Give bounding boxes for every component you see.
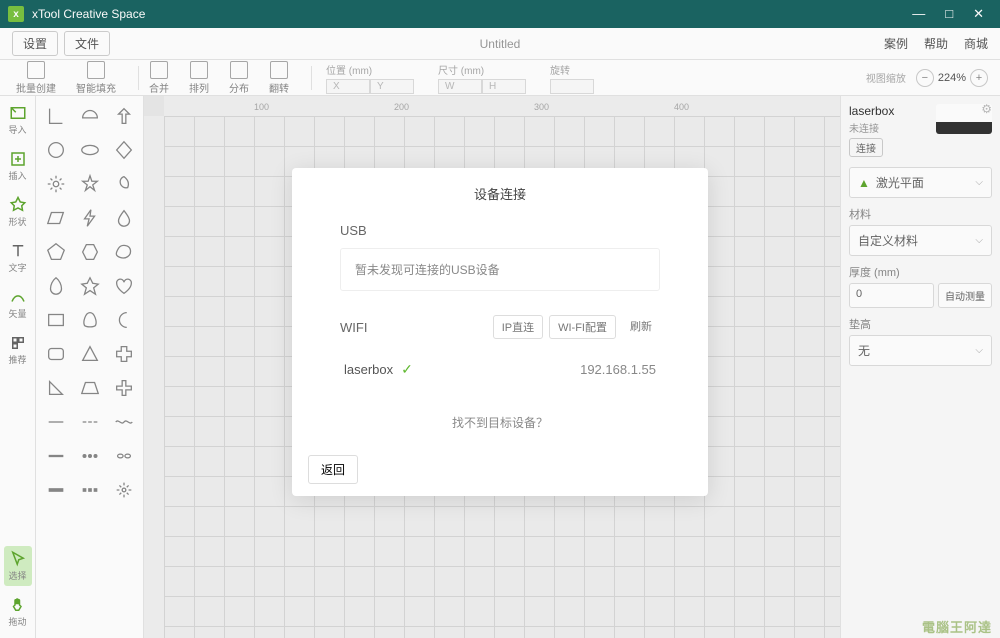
device-connect-modal: 设备连接 USB 暂未发现可连接的USB设备 WIFI IP直连 WI-FI配置… bbox=[292, 168, 708, 496]
usb-empty-message: 暂未发现可连接的USB设备 bbox=[340, 248, 660, 291]
watermark: 電腦王阿達 bbox=[922, 617, 992, 636]
ip-direct-button[interactable]: IP直连 bbox=[493, 315, 543, 339]
refresh-button[interactable]: 刷新 bbox=[622, 315, 660, 339]
usb-section-label: USB bbox=[340, 223, 660, 238]
wifi-section-label: WIFI bbox=[340, 320, 367, 335]
not-found-link[interactable]: 找不到目标设备？ bbox=[340, 414, 660, 431]
wifi-device-row[interactable]: laserbox ✓ 192.168.1.55 bbox=[340, 349, 660, 390]
wifi-config-button[interactable]: WI-FI配置 bbox=[549, 315, 616, 339]
check-icon: ✓ bbox=[401, 361, 413, 378]
wifi-device-name: laserbox bbox=[344, 362, 393, 377]
back-button[interactable]: 返回 bbox=[308, 455, 358, 484]
modal-title: 设备连接 bbox=[292, 168, 708, 223]
modal-backdrop: 设备连接 USB 暂未发现可连接的USB设备 WIFI IP直连 WI-FI配置… bbox=[0, 0, 1000, 638]
wifi-device-ip: 192.168.1.55 bbox=[580, 362, 656, 377]
